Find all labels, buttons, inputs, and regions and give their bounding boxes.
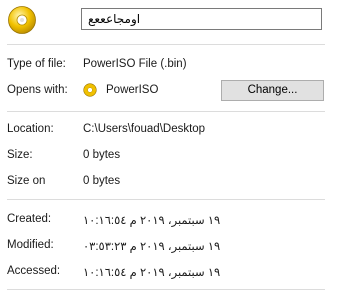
size-label: Size: [7, 149, 33, 161]
location-value: C:\Users\fouad\Desktop [83, 123, 206, 135]
modified-label: Modified: [7, 239, 54, 251]
file-name-input[interactable]: اومجاعععع [81, 8, 322, 30]
accessed-value: ١٩ سبتمبر، ٢٠١٩ م ١٠:١٦:٥٤ [83, 267, 221, 279]
type-of-file-value: PowerISO File (.bin) [83, 58, 187, 70]
opens-with-app-name: PowerISO [106, 84, 159, 96]
size-value: 0 bytes [83, 149, 121, 161]
modified-value: ١٩ سبتمبر، ٢٠١٩ م ٠٣:٥٣:٢٣ [83, 241, 221, 253]
created-label: Created: [7, 213, 52, 225]
size-on-disk-label: Size on [7, 175, 46, 187]
divider [7, 111, 325, 112]
location-label: Location: [7, 123, 54, 135]
poweriso-disc-icon [7, 5, 37, 35]
change-button[interactable]: Change... [221, 80, 324, 101]
size-on-disk-value: 0 bytes [83, 175, 121, 187]
divider [7, 199, 325, 200]
accessed-label: Accessed: [7, 265, 61, 277]
divider [7, 289, 325, 290]
type-of-file-label: Type of file: [7, 58, 66, 70]
poweriso-app-icon [83, 83, 97, 97]
divider [7, 44, 325, 45]
created-value: ١٩ سبتمبر، ٢٠١٩ م ١٠:١٦:٥٤ [83, 215, 221, 227]
opens-with-label: Opens with: [7, 84, 68, 96]
